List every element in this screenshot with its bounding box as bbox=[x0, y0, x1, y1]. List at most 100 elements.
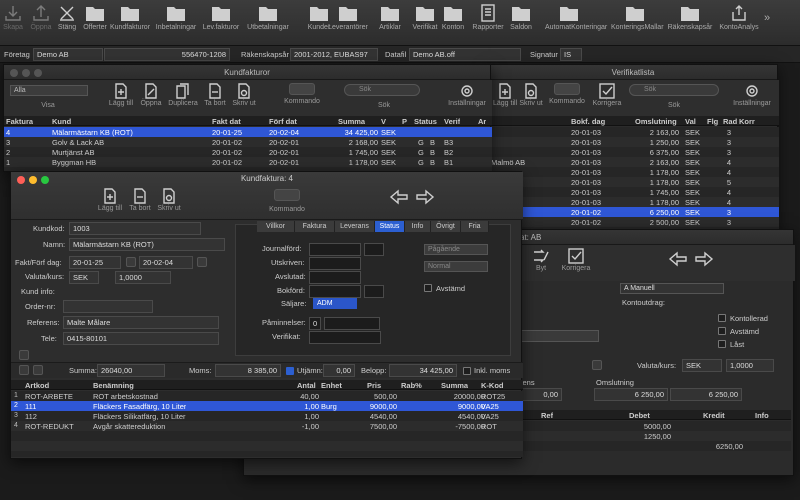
verifikat-row[interactable]: 20-01-03 1 178,00 SEK 4 bbox=[489, 167, 779, 177]
verifikat-row[interactable]: 20-01-02 2 500,00 SEK 3 bbox=[489, 217, 779, 227]
verifikat-serie-select[interactable]: A Manuell bbox=[620, 283, 724, 294]
saljare-select[interactable]: ADM bbox=[313, 298, 357, 309]
verifikat-text-field[interactable] bbox=[514, 330, 599, 342]
invoice-row[interactable]: 1 Byggman HB 20-01-02 20-02-01 1 178,00 SEK G B… bbox=[4, 157, 492, 167]
avstamd-checkbox[interactable] bbox=[424, 284, 432, 292]
toolbar-kundfakturor-button[interactable]: Kundfakturor bbox=[106, 4, 154, 31]
kommando-menu[interactable]: Kommando bbox=[549, 83, 585, 105]
invoice-row[interactable]: 4 Mälarmästarn KB (ROT) 20-01-25 20-02-04 34… bbox=[4, 127, 492, 137]
add-row-button[interactable] bbox=[592, 360, 602, 370]
tele-field[interactable]: 0415-80101 bbox=[63, 332, 219, 345]
toolbar-overflow-button[interactable]: » bbox=[764, 12, 770, 24]
open-invoice-button[interactable]: Öppna bbox=[137, 83, 165, 107]
article-row[interactable]: 111 Fläckers Fasadfärg, 10 Liter 1,00 Burg 9… bbox=[11, 401, 523, 411]
invoice-row[interactable]: 2 Murtjänst AB 20-01-02 20-02-01 1 745,00 SEK… bbox=[4, 147, 492, 157]
namn-field[interactable]: Mälarmästarn KB (ROT) bbox=[69, 238, 225, 251]
kurs-field[interactable]: 1,0000 bbox=[115, 271, 171, 284]
korrigera-button[interactable]: Korrigera bbox=[589, 83, 625, 107]
utjamn-field[interactable]: 0,00 bbox=[323, 364, 355, 377]
add-verifikat-button[interactable]: Lägg till bbox=[493, 83, 517, 107]
tab-leverans[interactable]: Leverans bbox=[335, 221, 375, 232]
next-arrow-icon[interactable] bbox=[415, 189, 435, 205]
kontrollerad-checkbox[interactable] bbox=[718, 314, 726, 322]
verifikat-row[interactable]: 20-01-03 1 745,00 SEK 4 bbox=[489, 187, 779, 197]
tab-villkor[interactable]: Villkor bbox=[257, 221, 295, 232]
toolbar-konteringsmallar-button[interactable]: KonteringsMallar bbox=[611, 4, 664, 31]
kommando-menu[interactable]: Kommando bbox=[267, 189, 307, 213]
toolbar-leverantörer-button[interactable]: Leverantörer bbox=[324, 4, 372, 31]
invoice-search-input[interactable]: Sök bbox=[344, 84, 420, 96]
inkl-moms-checkbox[interactable] bbox=[463, 367, 471, 375]
foretag-field[interactable]: Demo AB bbox=[33, 48, 103, 61]
verifikat-row[interactable]: Malmö AB 20-01-03 2 163,00 SEK 4 bbox=[489, 157, 779, 167]
toolbar-räkenskapsår-button[interactable]: Räkenskapsår bbox=[666, 4, 714, 31]
toolbar-lev-fakturor-button[interactable]: Lev.fakturor bbox=[197, 4, 245, 31]
verifikat-row[interactable]: 20-01-03 1 178,00 SEK 4 bbox=[489, 197, 779, 207]
verifikat-row[interactable]: 20-01-03 1 250,00 SEK 3 bbox=[489, 137, 779, 147]
korrigera-button[interactable]: Korrigera bbox=[556, 248, 596, 272]
add-line-button[interactable] bbox=[19, 365, 29, 375]
print-invoice-button[interactable]: Skriv ut bbox=[154, 188, 184, 212]
tab-status[interactable]: Status bbox=[375, 221, 405, 232]
table-cell: SEK bbox=[685, 138, 701, 147]
verifikat-line-row[interactable]: 6250,00 bbox=[509, 441, 791, 451]
print-invoice-button[interactable]: Skriv ut bbox=[230, 83, 258, 107]
typ-select[interactable]: Normal bbox=[424, 261, 488, 272]
toolbar-kontoanalys-button[interactable]: KontoAnalys bbox=[715, 4, 763, 31]
verifikat-row[interactable]: 20-01-03 6 375,00 SEK 3 bbox=[489, 147, 779, 157]
ordernr-field[interactable] bbox=[63, 300, 153, 313]
tab-info[interactable]: Info bbox=[405, 221, 431, 232]
article-row[interactable]: ROT-REDUKT Avgår skattereduktion -1,00 7500… bbox=[11, 421, 523, 431]
toolbar-saldon-button[interactable]: Saldon bbox=[497, 4, 545, 31]
status-select[interactable]: Pågående bbox=[424, 244, 488, 255]
verifikat-row[interactable]: 20-01-02 6 250,00 SEK 3 bbox=[489, 207, 779, 217]
toolbar-automatkonteringar-button[interactable]: AutomatKonteringar bbox=[545, 4, 607, 31]
print-verifikat-button[interactable]: Skriv ut bbox=[519, 83, 543, 107]
tab-fria[interactable]: Fria bbox=[461, 221, 489, 232]
close-window-icon[interactable] bbox=[10, 69, 18, 77]
last-checkbox[interactable] bbox=[718, 340, 726, 348]
valuta-select[interactable]: SEK bbox=[682, 359, 722, 372]
invoice-settings-button[interactable]: Inställningar bbox=[444, 83, 490, 107]
toolbar-utbetalningar-button[interactable]: Utbetalningar bbox=[244, 4, 292, 31]
minimize-window-icon[interactable] bbox=[22, 69, 30, 77]
add-row-button[interactable]: Lägg till bbox=[95, 188, 125, 212]
toolbar-inbetalningar-button[interactable]: Inbetalningar bbox=[152, 4, 200, 31]
kommando-menu[interactable]: Kommando bbox=[282, 83, 322, 105]
previous-arrow-icon[interactable] bbox=[668, 251, 688, 267]
fakturadatum-field[interactable]: 20-01-25 bbox=[69, 256, 121, 269]
expand-button[interactable] bbox=[19, 350, 29, 360]
byt-button[interactable]: Byt bbox=[529, 248, 553, 272]
next-arrow-icon[interactable] bbox=[694, 251, 714, 267]
zoom-window-icon[interactable] bbox=[34, 69, 42, 77]
forfallodatum-calendar-button[interactable] bbox=[197, 257, 207, 267]
avstamd-checkbox[interactable] bbox=[718, 327, 726, 335]
add-invoice-button[interactable]: Lägg till bbox=[106, 83, 136, 107]
duplicate-invoice-button[interactable]: Duplicera bbox=[166, 83, 200, 107]
verifikat-search-input[interactable]: Sök bbox=[629, 84, 719, 96]
utjamn-checkbox[interactable] bbox=[286, 367, 294, 375]
referens-field[interactable]: Malte Målare bbox=[63, 316, 219, 329]
verifikat-line-row[interactable]: 5000,00 bbox=[509, 421, 791, 431]
remove-row-button[interactable]: Ta bort bbox=[125, 188, 155, 212]
verifikat-row[interactable]: 20-01-03 1 178,00 SEK 5 bbox=[489, 177, 779, 187]
remove-line-button[interactable] bbox=[33, 365, 43, 375]
tab-övrigt[interactable]: Övrigt bbox=[431, 221, 461, 232]
kurs-field[interactable]: 1,0000 bbox=[726, 359, 774, 372]
verifikat-row[interactable]: 20-01-03 2 163,00 SEK 3 bbox=[489, 127, 779, 137]
tab-faktura[interactable]: Faktura bbox=[295, 221, 335, 232]
filter-select[interactable]: Alla bbox=[10, 85, 88, 96]
forfallodatum-field[interactable]: 20-02-04 bbox=[139, 256, 193, 269]
article-row[interactable]: ROT-ARBETE ROT arbetskostnad 40,00 500,00 20… bbox=[11, 391, 523, 401]
delete-invoice-button[interactable]: Ta bort bbox=[201, 83, 229, 107]
verifikat-settings-button[interactable]: Inställningar bbox=[729, 83, 775, 107]
invoice-row[interactable]: 3 Golv & Lack AB 20-01-02 20-02-01 2 168,00 S… bbox=[4, 137, 492, 147]
article-row[interactable]: 112 Fläckers Silikatfärg, 10 Liter 1,00 454… bbox=[11, 411, 523, 421]
rakenskapsar-field[interactable]: 2001-2012, EUBAS97 bbox=[290, 48, 378, 61]
previous-arrow-icon[interactable] bbox=[389, 189, 409, 205]
valuta-select[interactable]: SEK bbox=[69, 271, 99, 284]
fakturadatum-calendar-button[interactable] bbox=[126, 257, 136, 267]
kundkod-field[interactable]: 1003 bbox=[69, 222, 201, 235]
verifikat-line-row[interactable]: 1250,00 bbox=[509, 431, 791, 441]
signatur-field[interactable]: IS bbox=[560, 48, 582, 61]
